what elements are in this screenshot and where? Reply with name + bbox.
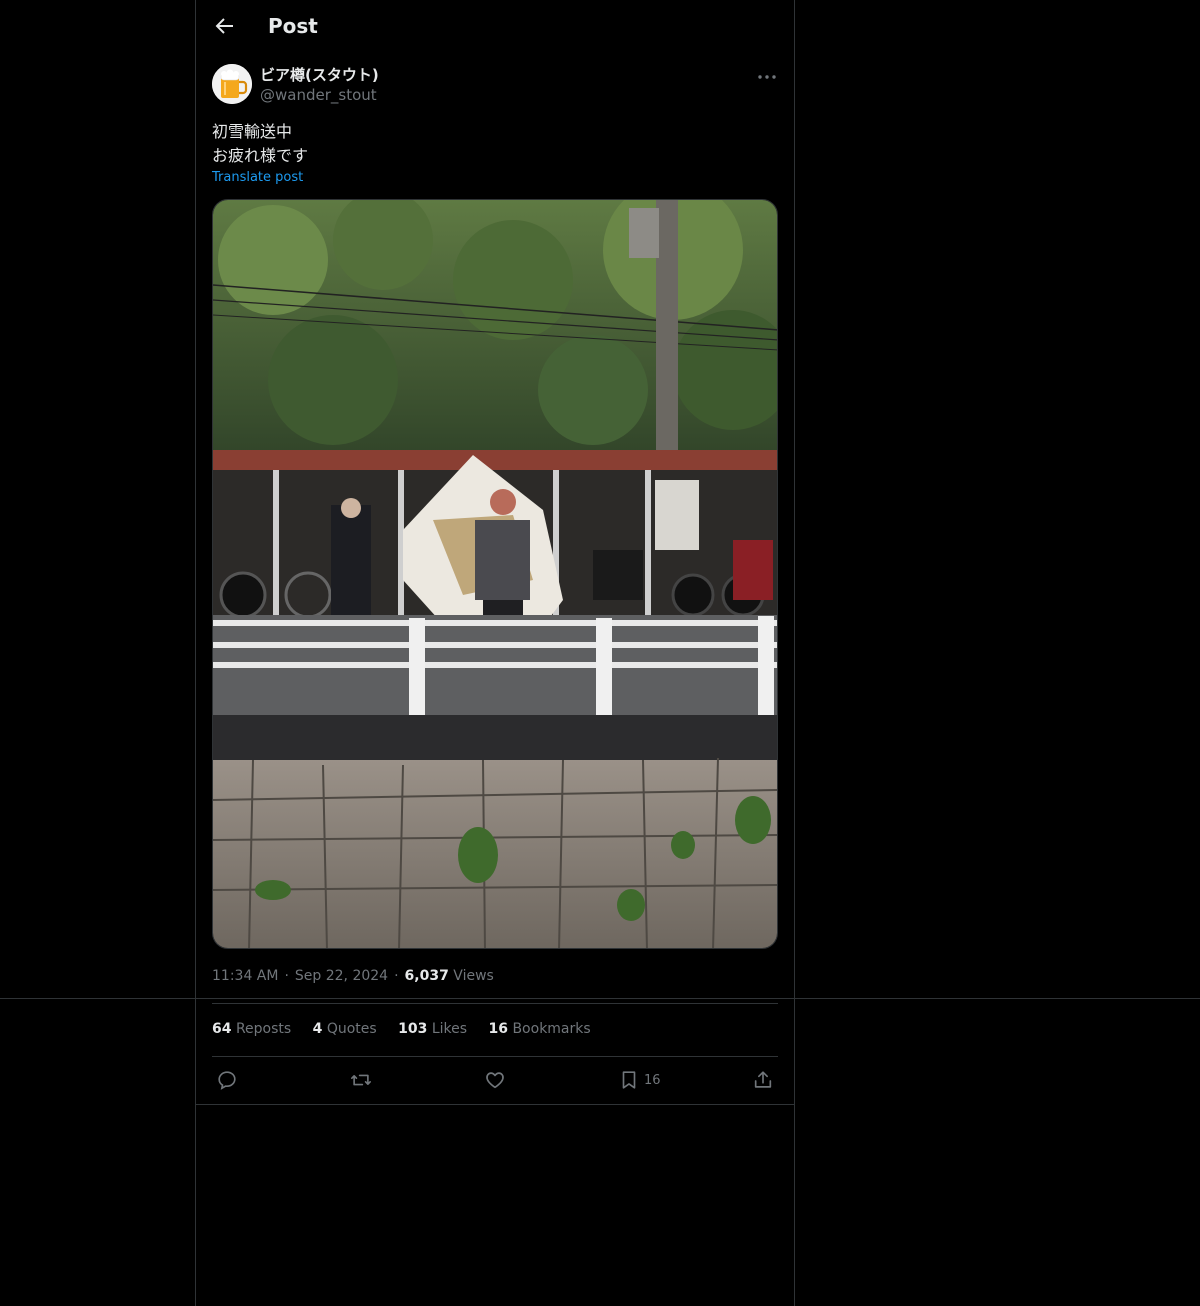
back-button[interactable]	[212, 14, 236, 38]
action-bar: 16	[212, 1066, 778, 1096]
post-text: 初雪輸送中 お疲れ様です	[212, 122, 309, 165]
beer-mug-icon	[212, 64, 252, 104]
post-date[interactable]: Sep 22, 2024	[295, 968, 388, 984]
photo-image	[213, 200, 777, 948]
meta-separator: ·	[394, 968, 399, 984]
views-count: 6,037	[404, 968, 449, 984]
post-time[interactable]: 11:34 AM	[212, 968, 278, 984]
like-button[interactable]	[484, 1068, 506, 1092]
top-bar: Post	[196, 0, 794, 53]
quotes-stat[interactable]: 4 Quotes	[313, 1021, 377, 1037]
more-dots-icon	[758, 75, 776, 79]
avatar[interactable]	[212, 64, 252, 104]
page-title: Post	[268, 14, 318, 38]
author-handle[interactable]: @wander_stout	[260, 86, 377, 104]
bookmark-count: 16	[644, 1072, 661, 1088]
bookmark-button[interactable]: 16	[618, 1068, 661, 1092]
repost-icon	[351, 1074, 371, 1086]
post-meta: 11:34 AM · Sep 22, 2024 · 6,037 Views	[212, 968, 494, 984]
stats-top-divider	[212, 1003, 778, 1004]
stats-bottom-divider	[212, 1056, 778, 1057]
more-options-button[interactable]	[756, 66, 778, 88]
bookmarks-stat[interactable]: 16 Bookmarks	[489, 1021, 591, 1037]
meta-separator: ·	[284, 968, 289, 984]
post-photo[interactable]	[212, 199, 778, 949]
repost-button[interactable]	[350, 1068, 372, 1092]
post-bottom-divider	[196, 1104, 794, 1105]
heart-icon	[486, 1072, 504, 1089]
share-button[interactable]	[752, 1068, 774, 1092]
reposts-stat[interactable]: 64 Reposts	[212, 1021, 291, 1037]
bookmark-icon	[622, 1071, 636, 1089]
reply-icon	[218, 1071, 236, 1090]
likes-stat[interactable]: 103 Likes	[398, 1021, 467, 1037]
post-column: Post ビア樽(スタウト) @wander_stout 初雪輸送中 お疲れ様で…	[195, 0, 795, 1306]
views-label: Views	[453, 968, 494, 984]
translate-post-link[interactable]: Translate post	[212, 170, 303, 185]
share-icon	[754, 1071, 772, 1088]
reply-button[interactable]	[216, 1068, 238, 1092]
author-row: ビア樽(スタウト) @wander_stout	[212, 62, 778, 110]
engagement-stats: 64 Reposts 4 Quotes 103 Likes 16 Bookmar…	[212, 1021, 608, 1037]
arrow-left-icon	[215, 18, 233, 34]
author-display-name[interactable]: ビア樽(スタウト)	[260, 64, 379, 85]
